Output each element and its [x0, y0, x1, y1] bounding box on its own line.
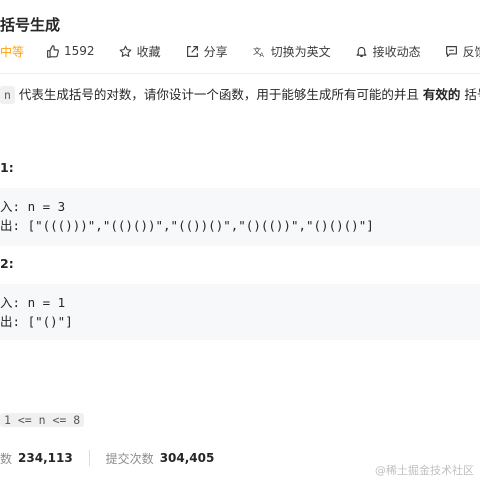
example-2-box: 入: n = 1 出: ["()"]	[0, 284, 480, 340]
example-2-title: 2:	[0, 256, 14, 271]
feedback-button[interactable]: 反馈	[445, 43, 480, 60]
switch-language-button[interactable]: 文A 切换为英文	[253, 43, 331, 60]
description-tail: 括号组	[464, 87, 480, 102]
divider	[0, 73, 480, 74]
difficulty-badge: 中等	[0, 44, 25, 59]
switch-language-label: 切换为英文	[270, 44, 331, 59]
example-2-input: 入: n = 1	[0, 293, 65, 312]
input-value: n = 1	[27, 295, 66, 310]
feedback-icon	[445, 45, 458, 58]
description-text: 代表生成括号的对数，请你设计一个函数，用于能够生成所有可能的并且	[18, 87, 419, 102]
translate-icon: 文A	[253, 45, 266, 58]
output-value: ["((()))","(()())","(())()","()(())","()…	[27, 218, 374, 233]
share-label: 分享	[203, 44, 228, 59]
input-value: n = 3	[27, 199, 66, 214]
watermark: @稀土掘金技术社区	[375, 464, 474, 477]
like-count: 1592	[64, 44, 95, 58]
like-button[interactable]: 1592	[46, 44, 95, 58]
input-label: 入:	[0, 295, 21, 310]
stats-bar: 数 234,113 提交次数 304,405	[0, 448, 214, 468]
description-strong: 有效的	[422, 87, 461, 102]
favorite-label: 收藏	[136, 44, 161, 59]
input-label: 入:	[0, 199, 21, 214]
example-1-box: 入: n = 3 出: ["((()))","(()())","(())()",…	[0, 188, 480, 246]
problem-toolbar: 中等 1592 收藏 分享 文A 切换为英文 接收动态 反馈	[0, 40, 480, 62]
accepted-value: 234,113	[18, 451, 73, 465]
stats-divider	[88, 450, 90, 466]
feedback-label: 反馈	[462, 44, 480, 59]
share-button[interactable]: 分享	[186, 43, 228, 60]
code-n: n	[0, 86, 15, 104]
constraint-code: 1 <= n <= 8	[0, 413, 85, 427]
constraint: 1 <= n <= 8	[0, 409, 85, 428]
subscribe-button[interactable]: 接收动态	[355, 43, 421, 60]
svg-text:A: A	[259, 52, 264, 58]
output-value: ["()"]	[27, 314, 73, 329]
bell-icon	[355, 45, 368, 58]
example-1-output: 出: ["((()))","(()())","(())()","()(())",…	[0, 216, 374, 235]
example-1-input: 入: n = 3	[0, 197, 65, 216]
output-label: 出:	[0, 218, 21, 233]
subscribe-label: 接收动态	[372, 44, 421, 59]
example-1-title: 1:	[0, 160, 14, 175]
submissions-value: 304,405	[159, 451, 215, 465]
problem-title: 括号生成	[0, 16, 61, 34]
share-icon	[186, 45, 199, 58]
thumb-up-icon	[46, 44, 59, 58]
submissions-label: 提交次数	[105, 451, 154, 466]
output-label: 出:	[0, 314, 21, 329]
favorite-button[interactable]: 收藏	[119, 43, 161, 60]
star-icon	[119, 45, 132, 58]
example-2-output: 出: ["()"]	[0, 312, 73, 331]
accepted-label: 数	[0, 451, 13, 466]
problem-description: n 代表生成括号的对数，请你设计一个函数，用于能够生成所有可能的并且 有效的 括…	[0, 86, 480, 104]
